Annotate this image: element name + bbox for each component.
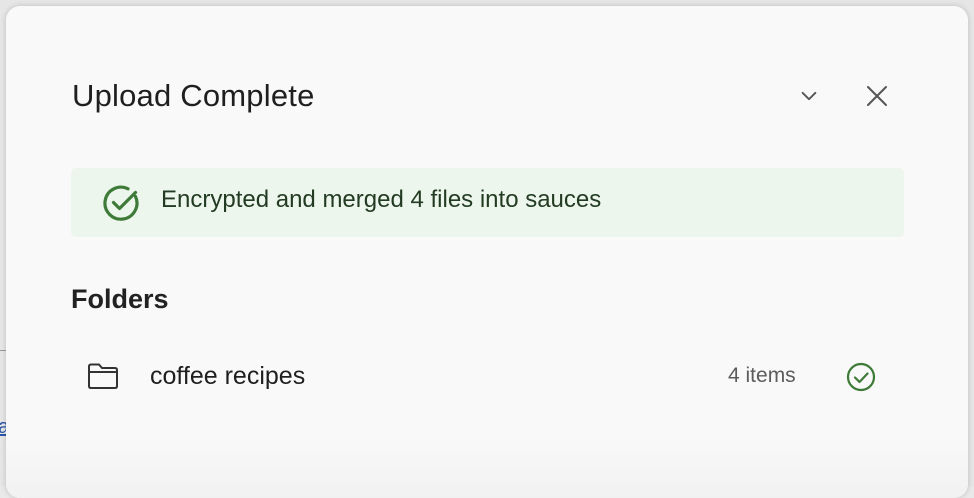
folder-item-count: 4 items	[728, 364, 796, 387]
collapse-button[interactable]	[789, 76, 829, 116]
check-circle-icon	[846, 362, 876, 392]
folder-name: coffee recipes	[150, 362, 306, 390]
chevron-down-icon	[801, 91, 817, 101]
panel-bottom-fade	[6, 438, 968, 498]
success-banner: Encrypted and merged 4 files into sauces	[71, 168, 904, 237]
upload-complete-dialog: Upload Complete Encrypted and merged 4 f…	[6, 6, 968, 498]
folder-icon	[88, 363, 118, 389]
folders-heading: Folders	[71, 284, 169, 314]
dialog-title: Upload Complete	[72, 78, 315, 113]
check-circle-icon	[103, 185, 139, 221]
close-icon	[867, 86, 887, 106]
close-button[interactable]	[857, 76, 897, 116]
folder-row[interactable]: coffee recipes 4 items	[71, 346, 904, 406]
banner-message: Encrypted and merged 4 files into sauces	[161, 186, 602, 213]
